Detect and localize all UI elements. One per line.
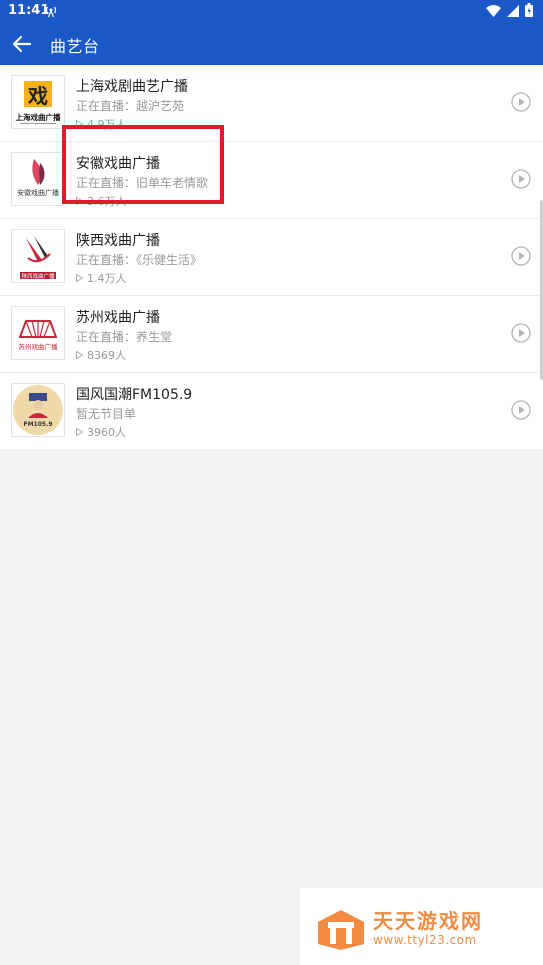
station-row-guofeng[interactable]: FM105.9 国风国潮FM105.9 暂无节目单 3960人 — [0, 373, 543, 449]
status-bar: 11:41 — [0, 0, 543, 22]
station-program: 正在直播：养生堂 — [76, 330, 173, 344]
listener-count: 3960人 — [76, 424, 126, 440]
hotspot-icon — [44, 3, 58, 22]
watermark: 天天游戏网 www.ttyl23.com — [300, 888, 543, 965]
station-logo-shanghai: 戏 上海戏曲广播 — [11, 75, 65, 129]
svg-text:上海戏曲广播: 上海戏曲广播 — [16, 112, 61, 122]
play-button[interactable] — [511, 400, 531, 420]
svg-text:FM105.9: FM105.9 — [23, 421, 52, 428]
station-name: 国风国潮FM105.9 — [76, 387, 193, 403]
play-count-icon — [76, 274, 83, 282]
listener-count-value: 1.4万人 — [87, 272, 127, 285]
station-name: 苏州戏曲广播 — [76, 310, 160, 326]
svg-text:戏: 戏 — [27, 84, 48, 108]
station-logo-shaanxi: 陕西戏曲广播 — [11, 229, 65, 283]
listener-count: 1.4万人 — [76, 270, 127, 286]
station-logo-anhui: 安徽戏曲广播 — [11, 152, 65, 206]
station-name: 上海戏剧曲艺广播 — [76, 79, 188, 95]
page-title: 曲艺台 — [50, 37, 100, 56]
play-count-icon — [76, 428, 83, 436]
station-list: 戏 上海戏曲广播 上海戏剧曲艺广播 正在直播：越沪艺苑 4.9万人 安徽戏曲广播… — [0, 65, 543, 449]
watermark-logo-icon — [316, 908, 366, 956]
station-program: 正在直播：越沪艺苑 — [76, 99, 185, 113]
battery-icon — [525, 2, 533, 21]
play-button[interactable] — [511, 246, 531, 266]
station-program: 正在直播：《乐健生活》 — [76, 253, 203, 267]
svg-text:苏州戏曲广播: 苏州戏曲广播 — [19, 342, 59, 351]
listener-count-value: 8369人 — [87, 349, 126, 362]
highlight-box — [62, 125, 224, 204]
signal-icon — [507, 2, 519, 21]
station-program: 暂无节目单 — [76, 407, 137, 421]
station-row-shaanxi[interactable]: 陕西戏曲广播 陕西戏曲广播 正在直播：《乐健生活》 1.4万人 — [0, 219, 543, 296]
listener-count-value: 3960人 — [87, 426, 126, 439]
svg-text:陕西戏曲广播: 陕西戏曲广播 — [21, 272, 55, 280]
station-logo-suzhou: 苏州戏曲广播 — [11, 306, 65, 360]
watermark-title: 天天游戏网 — [373, 909, 483, 933]
watermark-url: www.ttyl23.com — [373, 933, 477, 947]
svg-text:安徽戏曲广播: 安徽戏曲广播 — [17, 188, 59, 197]
station-logo-guofeng: FM105.9 — [11, 383, 65, 437]
station-name: 陕西戏曲广播 — [76, 233, 160, 249]
wifi-icon — [486, 2, 501, 21]
play-button[interactable] — [511, 169, 531, 189]
play-button[interactable] — [511, 323, 531, 343]
app-bar: 曲艺台 — [0, 22, 543, 65]
listener-count: 8369人 — [76, 347, 126, 363]
play-button[interactable] — [511, 92, 531, 112]
play-count-icon — [76, 351, 83, 359]
back-arrow-icon[interactable] — [10, 32, 34, 56]
station-row-suzhou[interactable]: 苏州戏曲广播 苏州戏曲广播 正在直播：养生堂 8369人 — [0, 296, 543, 373]
